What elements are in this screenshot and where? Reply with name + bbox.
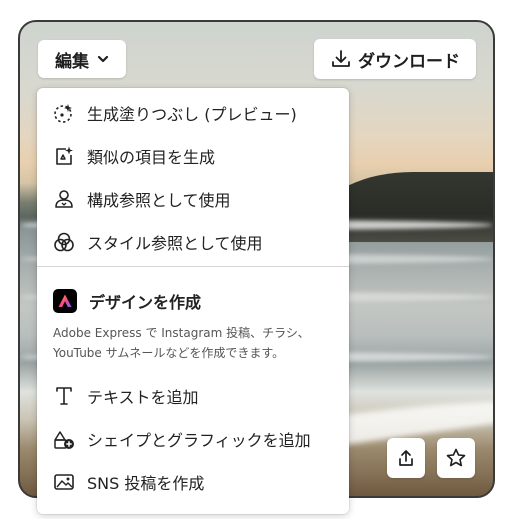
express-section-title: デザインを作成: [89, 293, 202, 312]
download-button[interactable]: ダウンロード: [314, 39, 476, 79]
menu-item-label: テキストを追加: [87, 388, 199, 407]
composition-reference-icon: [55, 190, 73, 208]
adobe-express-icon: [53, 289, 77, 313]
edit-button-label: 編集: [55, 51, 89, 72]
star-icon: [446, 448, 466, 467]
image-post-icon: [54, 474, 74, 490]
download-button-label: ダウンロード: [358, 51, 460, 72]
style-reference-icon: [54, 232, 74, 252]
express-description: Adobe Express で Instagram 投稿、チラシ、 YouTub…: [53, 323, 343, 363]
edit-dropdown-menu: 生成塗りつぶし (プレビュー) 類似の項目を生成 構成参照として使用 スタイル参…: [37, 88, 349, 514]
text-icon: [56, 387, 72, 405]
menu-item-label: 構成参照として使用: [87, 191, 231, 210]
menu-item-style-reference[interactable]: スタイル参照として使用: [37, 222, 349, 262]
express-description-line: Adobe Express で Instagram 投稿、チラシ、: [53, 326, 310, 340]
menu-divider: [37, 266, 349, 267]
share-button[interactable]: [387, 438, 425, 478]
menu-item-add-shapes[interactable]: シェイプとグラフィックを追加: [37, 419, 349, 459]
express-description-line: YouTube サムネールなどを作成できます。: [53, 346, 285, 360]
express-section-header: デザインを作成: [37, 281, 349, 321]
chevron-down-icon: [97, 55, 109, 63]
menu-item-generate-similar[interactable]: 類似の項目を生成: [37, 136, 349, 176]
favorite-button[interactable]: [437, 438, 475, 478]
generative-fill-icon: [54, 104, 72, 123]
edit-menu-button[interactable]: 編集: [38, 40, 126, 78]
menu-item-label: SNS 投稿を作成: [87, 474, 205, 493]
menu-item-label: スタイル参照として使用: [87, 234, 263, 253]
menu-item-label: 類似の項目を生成: [87, 148, 216, 167]
menu-item-label: 生成塗りつぶし (プレビュー): [87, 105, 297, 124]
menu-item-label: シェイプとグラフィックを追加: [87, 431, 311, 450]
generate-similar-icon: [56, 146, 73, 165]
shapes-add-icon: [54, 431, 74, 449]
menu-item-composition-reference[interactable]: 構成参照として使用: [37, 179, 349, 219]
menu-item-create-social-post[interactable]: SNS 投稿を作成: [37, 462, 349, 502]
share-icon: [399, 450, 413, 466]
download-icon: [332, 50, 350, 67]
menu-item-generative-fill[interactable]: 生成塗りつぶし (プレビュー): [37, 93, 349, 133]
menu-item-add-text[interactable]: テキストを追加: [37, 376, 349, 416]
